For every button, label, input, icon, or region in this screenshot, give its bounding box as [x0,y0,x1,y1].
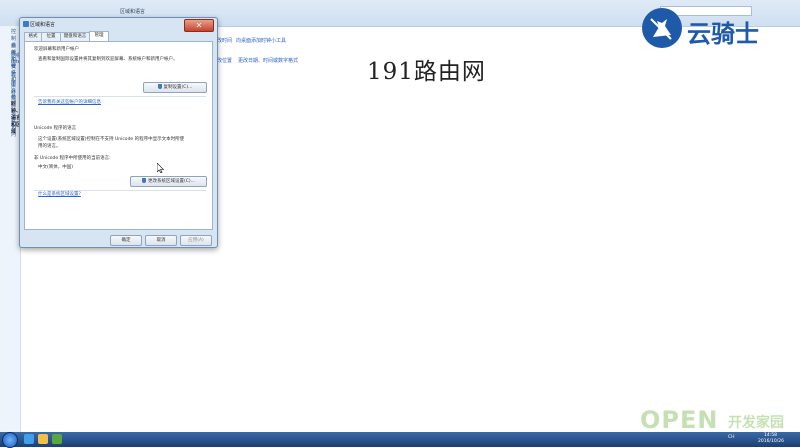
copy-settings-label: 复制设置(C)... [163,85,193,90]
change-locale-label: 更改系统区域设置(C)... [148,179,195,184]
breadcrumb[interactable]: 区域和语言 [120,8,145,15]
shield-icon [142,178,147,183]
add-clock-link[interactable]: 向桌面添加时钟小工具 [236,37,286,44]
logo-text: 云骑士 [687,20,759,48]
unicode-heading: Unicode 程序的语言 [34,126,77,131]
change-format-link[interactable]: 更改日期、时间或数字格式 [238,57,298,64]
welcome-description: 查看和复制国际设置并将其复制到欢迎屏幕、系统帐户和新用户帐户。 [38,57,178,62]
knight-icon [642,8,682,48]
open-watermark: OPEN [640,406,719,434]
media-player-icon[interactable] [52,434,62,444]
ok-button[interactable]: 确定 [110,235,142,246]
copy-settings-button[interactable]: 复制设置(C)... [143,82,207,93]
system-locale-help-link[interactable]: 什么是系统区域设置? [38,191,81,197]
dialog-title: 区域和语言 [30,22,56,28]
explorer-icon[interactable] [38,434,48,444]
change-system-locale-button[interactable]: 更改系统区域设置(C)... [130,176,207,187]
clock-date[interactable]: 2016/10/26 [758,439,784,444]
tab-location[interactable]: 位置 [41,32,61,41]
current-language-label: 非 Unicode 程序中所使用的当前语言: [34,156,111,161]
unicode-description-1: 这个设置(系统区域设置)控制在不支持 Unicode 的程序中显示文本时所使 [38,137,185,142]
language-indicator[interactable]: CH [728,435,735,440]
sidebar: 控制面板主页 系统和安全 网络和 Internet 硬件和声音 程序 用户帐户 … [0,26,31,432]
close-button[interactable]: ✕ [184,19,214,32]
unicode-description-2: 用的语言。 [38,144,61,149]
administrative-panel: 欢迎屏幕和新用户帐户 查看和复制国际设置并将其复制到欢迎屏幕、系统帐户和新用户帐… [24,41,213,230]
tab-formats[interactable]: 格式 [24,32,42,41]
open-watermark-cn: 开发家园 [728,415,784,431]
cancel-button[interactable]: 取消 [145,235,177,246]
shield-icon [157,84,162,89]
account-info-link[interactable]: 告诉我有关这些帐户的详细信息 [38,99,101,105]
region-language-dialog: 区域和语言 ✕ 格式 位置 键盘和语言 管理 欢迎屏幕和新用户帐户 查看和复制国… [19,17,218,248]
globe-icon [23,21,29,27]
logo: 云骑士 [642,8,792,48]
apply-button[interactable]: 应用(A) [180,235,212,246]
mouse-cursor-icon [157,163,164,173]
watermark-text: 191路由网 [367,59,486,85]
taskbar: CH 14:58 2016/10/26 [0,432,800,448]
current-language-value: 中文(简体，中国) [38,165,74,170]
clock-time[interactable]: 14:58 [764,433,777,438]
tab-keyboards[interactable]: 键盘和语言 [60,32,90,41]
welcome-heading: 欢迎屏幕和新用户帐户 [34,47,79,52]
start-button[interactable] [2,432,18,448]
ie-icon[interactable] [24,434,34,444]
